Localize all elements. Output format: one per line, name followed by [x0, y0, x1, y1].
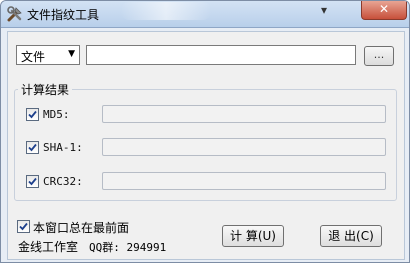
check-icon — [28, 177, 37, 186]
path-input[interactable] — [86, 45, 356, 65]
client-area: 文件 ▼ ... 计算结果 MD5: SHA-1: CRC32: 本窗口总在最前… — [7, 31, 405, 260]
studio-name: 金线工作室 — [18, 240, 79, 254]
close-button[interactable]: ✕ — [361, 1, 407, 20]
window-title: 文件指纹工具 — [27, 8, 100, 22]
crc32-value-field[interactable] — [102, 172, 386, 190]
sha1-label: SHA-1: — [43, 141, 83, 154]
md5-checkbox[interactable] — [26, 108, 39, 121]
calculate-button[interactable]: 计 算(U) — [222, 225, 284, 247]
source-type-value: 文件 — [21, 50, 46, 64]
exit-button[interactable]: 退 出(C) — [320, 225, 382, 247]
check-icon — [19, 222, 28, 231]
title-bar[interactable]: 文件指纹工具 ▾ ✕ — [1, 1, 409, 28]
always-on-top-checkbox[interactable] — [17, 220, 30, 233]
qq-group-text: QQ群: 294991 — [89, 241, 167, 254]
crc32-checkbox[interactable] — [26, 175, 39, 188]
minimize-button[interactable]: ▾ — [307, 1, 341, 21]
md5-label: MD5: — [43, 108, 70, 121]
title-glow — [121, 2, 211, 20]
results-group-title: 计算结果 — [18, 81, 73, 98]
crc32-label: CRC32: — [43, 175, 83, 188]
sha1-value-field[interactable] — [102, 138, 386, 156]
sha1-checkbox[interactable] — [26, 141, 39, 154]
app-window: 文件指纹工具 ▾ ✕ 文件 ▼ ... 计算结果 MD5: SHA-1: CRC… — [0, 0, 410, 263]
tools-icon — [7, 6, 22, 22]
chevron-down-icon: ▼ — [68, 49, 75, 59]
md5-value-field[interactable] — [102, 105, 386, 123]
always-on-top-label: 本窗口总在最前面 — [33, 221, 130, 235]
check-icon — [28, 110, 37, 119]
browse-button[interactable]: ... — [364, 46, 394, 66]
check-icon — [28, 143, 37, 152]
source-type-select[interactable]: 文件 ▼ — [16, 45, 80, 65]
